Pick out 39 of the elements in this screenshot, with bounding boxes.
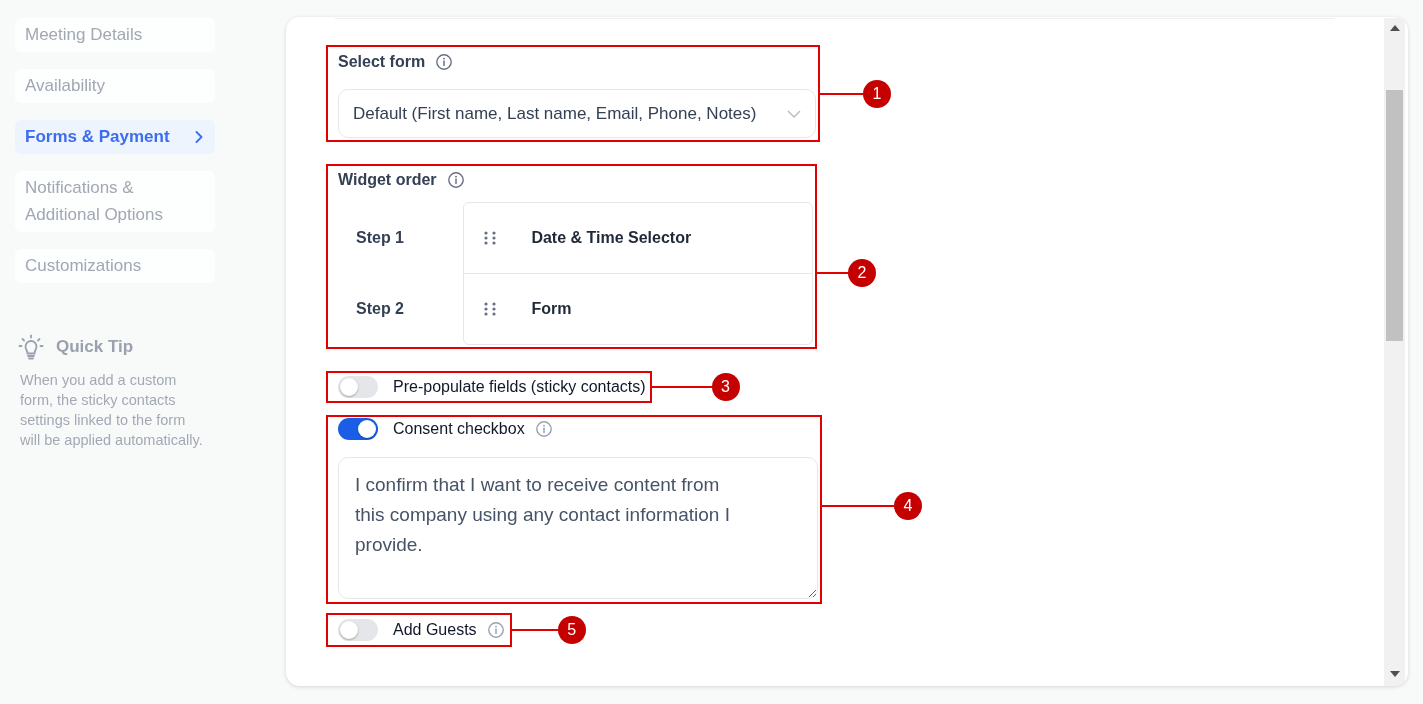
- step-label: Step 1: [356, 227, 404, 248]
- sidebar-item[interactable]: Forms & Payment: [15, 120, 215, 154]
- toggle-label: Pre-populate fields (sticky contacts): [393, 377, 646, 397]
- form-select[interactable]: Default (First name, Last name, Email, Phone, Notes): [338, 89, 816, 138]
- chevron-down-icon: [787, 109, 801, 118]
- toggle-switch[interactable]: [338, 376, 378, 398]
- drag-handle-icon[interactable]: [483, 302, 498, 316]
- sidebar-item[interactable]: Meeting Details: [15, 18, 215, 52]
- field-label: Select form: [338, 52, 426, 72]
- consent-text-field[interactable]: I confirm that I want to receive content from this company using any contact information I provide.: [338, 457, 818, 599]
- callout-number: 1: [863, 79, 891, 108]
- lightbulb-icon: [18, 334, 44, 360]
- step-label: Step 2: [356, 298, 404, 319]
- drag-handle-icon[interactable]: [483, 231, 498, 245]
- tip-title: Quick Tip: [56, 336, 134, 359]
- scroll-up-arrow-icon[interactable]: [1389, 25, 1400, 31]
- toggle-label: Add Guests: [393, 620, 477, 640]
- info-icon[interactable]: [535, 421, 552, 437]
- widget-row[interactable]: Form: [464, 273, 812, 344]
- tip-text: When you add a custom form, the sticky contacts settings linked to the form will be applied automatically.: [20, 371, 204, 450]
- sidebar-item[interactable]: Customizations: [15, 249, 215, 283]
- sidebar-item[interactable]: Availability: [15, 69, 215, 103]
- callout-number: 2: [848, 258, 876, 287]
- info-icon[interactable]: [447, 172, 464, 188]
- toggle-label: Consent checkbox: [393, 419, 525, 439]
- widget-row[interactable]: Date & Time Selector: [464, 203, 812, 273]
- field-label: Widget order: [338, 170, 437, 190]
- scrollbar-thumb[interactable]: [1386, 90, 1403, 341]
- callout-number: 4: [894, 491, 922, 520]
- scroll-down-arrow-icon[interactable]: [1389, 671, 1400, 677]
- scrollbar[interactable]: [1384, 18, 1405, 686]
- info-icon[interactable]: [487, 622, 504, 638]
- chevron-right-icon: [195, 130, 203, 143]
- sidebar-item[interactable]: Notifications & Additional Options: [15, 171, 215, 232]
- toggle-switch[interactable]: [338, 418, 378, 440]
- callout-number: 5: [557, 616, 586, 644]
- callout-number: 3: [711, 373, 740, 401]
- info-icon[interactable]: [436, 54, 453, 70]
- toggle-switch[interactable]: [338, 619, 378, 641]
